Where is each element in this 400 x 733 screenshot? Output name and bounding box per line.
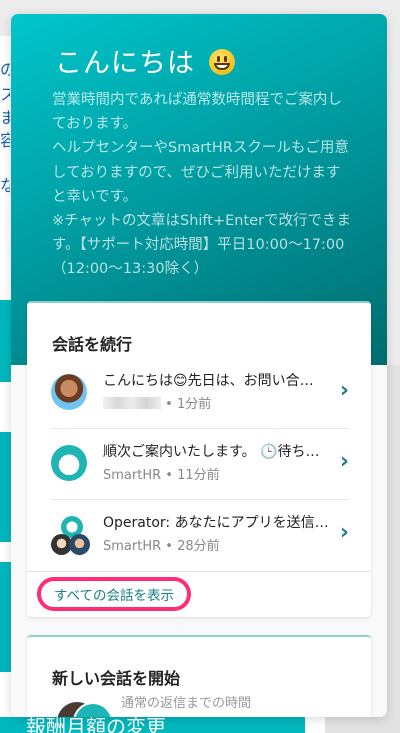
conversation-preview: こんにちは😊先日は、お問い合…: [103, 373, 314, 389]
conversation-item[interactable]: 順次ご案内いたします。 🕒待ち… SmartHR • 11分前 ›: [51, 429, 349, 499]
bg-block: [0, 432, 11, 542]
new-conversation-title: 新しい会話を開始: [52, 669, 181, 688]
bg-text: ま: [0, 108, 10, 127]
conversation-preview: Operator: あなたにアプリを送信…: [103, 515, 329, 531]
redacted-sender: [103, 397, 161, 409]
person-avatar-icon: [51, 374, 87, 410]
continue-title: 会話を続行: [52, 335, 133, 354]
bg-bottom-banner: 報酬月額の変更: [0, 717, 305, 733]
conversation-meta: • 1分前: [103, 393, 211, 412]
continue-conversation-card: 会話を続行 こんにちは😊先日は、お問い合… • 1分前 › 順次ご案内いたします…: [27, 301, 371, 617]
conversation-preview: 順次ご案内いたします。 🕒待ち…: [103, 444, 320, 460]
view-all-conversations-link[interactable]: すべての会話を表示: [37, 577, 192, 611]
chevron-right-icon: ›: [339, 520, 349, 545]
conversation-time: 28分前: [177, 539, 220, 554]
conversation-time: 11分前: [177, 468, 220, 483]
greeting-title: こんにちは: [55, 41, 235, 80]
conversation-item[interactable]: こんにちは😊先日は、お問い合… • 1分前 ›: [51, 358, 349, 428]
bg-block: [0, 562, 11, 672]
card-footer: すべての会話を表示: [27, 571, 371, 617]
bg-text: の後: [0, 60, 10, 79]
chevron-right-icon: ›: [339, 449, 349, 474]
bg-text: 容: [0, 131, 10, 150]
conversation-time: 1分前: [176, 397, 212, 412]
goat-avatar-icon: [51, 445, 87, 481]
messenger-panel: こんにちは 営業時間内であれば通常数時間程でご案内しております。 ヘルプセンター…: [11, 14, 387, 717]
conversation-sender: SmartHR: [103, 468, 162, 483]
reply-time-label: 通常の返信までの時間: [121, 696, 252, 711]
new-conversation-card: 新しい会話を開始 通常の返信までの時間: [27, 635, 371, 717]
welcome-message: 営業時間内であれば通常数時間程でご案内しております。 ヘルプセンターやSmart…: [52, 92, 352, 278]
conversation-item[interactable]: Operator: あなたにアプリを送信… SmartHR • 28分前 ›: [51, 500, 349, 570]
bg-bottom-title: 報酬月額の変更: [26, 717, 166, 733]
bg-text: な: [0, 176, 10, 195]
conversation-meta: SmartHR • 11分前: [103, 468, 220, 483]
conversation-sender: SmartHR: [103, 539, 162, 554]
grinning-face-icon: [208, 49, 235, 75]
greeting-text: こんにちは: [55, 48, 195, 79]
bg-block: [0, 300, 11, 382]
bg-text: ス: [0, 85, 10, 104]
conversation-meta: SmartHR • 28分前: [103, 539, 220, 554]
chevron-right-icon: ›: [339, 378, 349, 403]
